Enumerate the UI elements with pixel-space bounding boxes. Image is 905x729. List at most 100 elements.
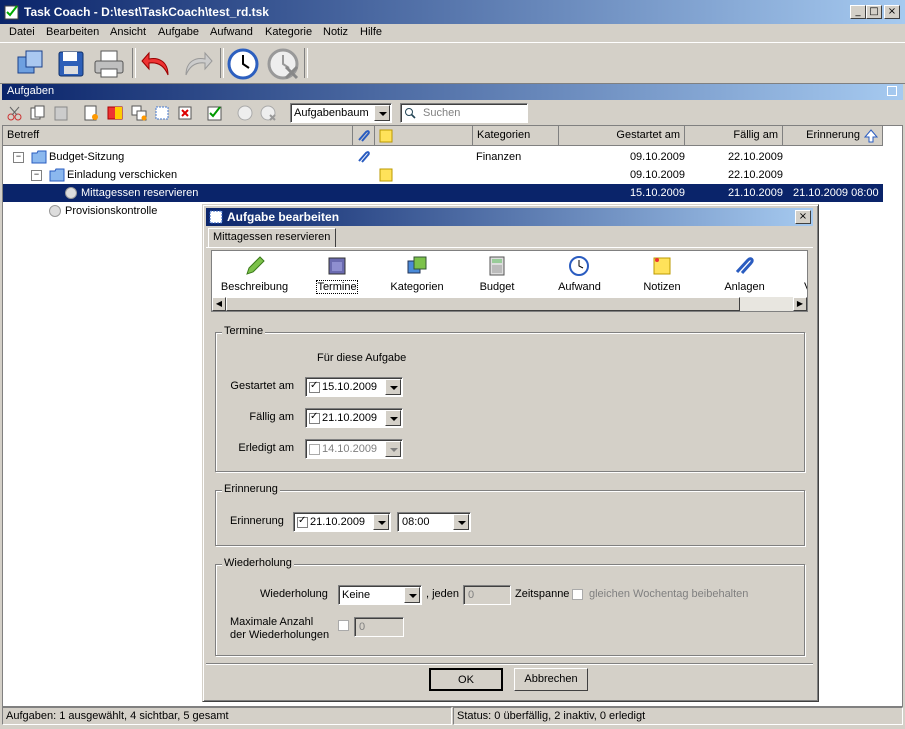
chevron-down-icon[interactable] [385,441,401,457]
undo-icon[interactable] [140,47,174,81]
due-date-checkbox[interactable] [309,411,320,424]
column-header-start[interactable]: Gestartet am [559,126,685,146]
scroll-right-icon[interactable]: ▶ [793,297,807,311]
start-date-value: 15.10.2009 [322,381,378,393]
delete-task-icon[interactable] [176,104,194,122]
save-icon[interactable] [54,47,88,81]
dialog-close-button[interactable]: × [795,210,811,224]
start-tracking-icon[interactable] [226,47,260,81]
max-recurrence-spinner[interactable]: 0 [354,617,404,637]
menu-notiz[interactable]: Notiz [323,26,348,38]
column-header-notes[interactable] [375,126,473,146]
copy-icon[interactable] [29,104,47,122]
paste-icon[interactable] [52,104,70,122]
column-start-label: Gestartet am [616,129,680,141]
window-titlebar: Task Coach - D:\test\TaskCoach\test_rd.t… [0,0,905,24]
chevron-down-icon[interactable] [453,514,469,530]
column-header-reminder[interactable]: Erinnerung [783,126,883,146]
window-title: Task Coach - D:\test\TaskCoach\test_rd.t… [24,5,269,19]
recurrence-select[interactable]: Keine [338,585,422,605]
task-start: 09.10.2009 [629,151,685,163]
page-anlagen[interactable]: Anlagen [702,251,787,297]
menu-bearbeiten[interactable]: Bearbeiten [46,26,99,38]
due-date-picker[interactable]: 21.10.2009 [305,408,403,428]
task-start: 15.10.2009 [629,187,685,199]
ok-button[interactable]: OK [429,668,503,691]
page-notizen[interactable]: Notizen [622,251,702,297]
same-weekday-checkbox[interactable] [572,589,583,600]
collapse-toggle-icon[interactable]: − [13,152,24,163]
max-recurrence-checkbox[interactable] [338,620,349,631]
table-row[interactable]: − Budget-Sitzung Finanzen 09.10.2009 22.… [3,148,883,166]
column-header-categories[interactable]: Kategorien [473,126,559,146]
search-placeholder: Suchen [423,107,461,119]
start-effort-icon[interactable] [236,104,254,122]
viewer-type-select[interactable]: Aufgabenbaum [290,103,392,123]
tasks-toolbar: Aufgabenbaum Suchen [2,101,903,125]
page-aufwand[interactable]: Aufwand [537,251,622,297]
table-row[interactable]: − Einladung verschicken 09.10.2009 22.10… [3,166,883,184]
completed-date-checkbox[interactable] [309,444,320,455]
page-termine[interactable]: Termine [297,251,377,297]
tasks-panel-header: Aufgaben [2,84,903,100]
tab-item-subject[interactable]: Mittagessen reservieren [208,228,336,248]
redo-icon[interactable] [180,47,214,81]
search-icon[interactable] [404,107,418,119]
recurrence-frequency-spinner[interactable]: 0 [463,585,511,605]
new-subtask-icon[interactable] [130,104,148,122]
panel-maximize-icon[interactable] [887,86,897,96]
chevron-down-icon[interactable] [404,587,420,603]
start-date-picker[interactable]: 15.10.2009 [305,377,403,397]
scrollbar-thumb[interactable] [226,297,740,311]
menu-bar: Datei Bearbeiten Ansicht Aufgabe Aufwand… [0,24,905,42]
column-header-attachments[interactable] [353,126,375,146]
scroll-left-icon[interactable]: ◀ [212,297,226,311]
stop-tracking-icon[interactable] [266,47,300,81]
column-header-due[interactable]: Fällig am [685,126,783,146]
page-beschreibung[interactable]: Beschreibung [212,251,297,297]
page-more[interactable]: V [790,251,807,297]
menu-aufgabe[interactable]: Aufgabe [158,26,199,38]
calculator-icon [489,256,505,276]
cut-icon[interactable] [6,104,24,122]
table-row-selected[interactable]: Mittagessen reservieren 15.10.2009 21.10… [3,184,883,202]
page-kategorien[interactable]: Kategorien [377,251,457,297]
taskcoach-app-icon [4,5,19,20]
chevron-down-icon[interactable] [373,514,389,530]
menu-aufwand[interactable]: Aufwand [210,26,253,38]
reminder-time-picker[interactable]: 08:00 [397,512,471,532]
new-task-icon[interactable] [82,104,100,122]
chevron-down-icon[interactable] [385,410,401,426]
new-task-from-template-icon[interactable] [106,104,124,122]
search-input[interactable]: Suchen [400,103,528,123]
maximize-button[interactable]: □ [866,5,882,19]
page-budget[interactable]: Budget [457,251,537,297]
reminder-checkbox[interactable] [297,515,308,528]
task-inactive-icon [65,187,77,199]
minimize-button[interactable]: _ [850,5,866,19]
print-icon[interactable] [92,47,126,81]
reminder-date-picker[interactable]: 21.10.2009 [293,512,391,532]
paperclip-icon [735,257,754,275]
open-icon[interactable] [14,47,48,81]
close-button[interactable]: × [884,5,900,19]
stop-effort-icon[interactable] [259,104,277,122]
note-icon [379,168,393,182]
chevron-down-icon[interactable] [385,379,401,395]
chevron-down-icon[interactable] [374,105,390,121]
cancel-button[interactable]: Abbrechen [514,668,588,691]
viewer-type-value: Aufgabenbaum [294,107,369,119]
column-header-subject[interactable]: Betreff [3,126,353,146]
collapse-toggle-icon[interactable]: − [31,170,42,181]
edit-task-icon[interactable] [153,104,171,122]
menu-ansicht[interactable]: Ansicht [110,26,146,38]
page-selector-scrollbar[interactable]: ◀ ▶ [212,297,807,311]
completed-date-picker[interactable]: 14.10.2009 [305,439,403,459]
mark-completed-icon[interactable] [206,104,224,122]
max-recurrence-label-line2: der Wiederholungen [230,629,330,641]
menu-datei[interactable]: Datei [9,26,35,38]
categories-icon [407,256,427,274]
start-date-checkbox[interactable] [309,380,320,393]
menu-hilfe[interactable]: Hilfe [360,26,382,38]
menu-kategorie[interactable]: Kategorie [265,26,312,38]
